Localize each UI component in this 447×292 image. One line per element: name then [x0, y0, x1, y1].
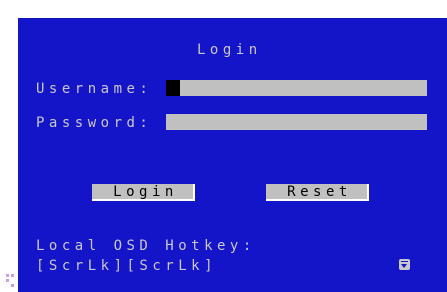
- password-input[interactable]: [166, 114, 427, 130]
- osd-login-panel: Login Username: Password: Login Reset Lo…: [18, 18, 447, 292]
- hotkey-value: [ScrLk][ScrLk]: [36, 258, 218, 274]
- resize-corner-icon: [0, 272, 18, 292]
- dialog-title: Login: [197, 42, 262, 58]
- hotkey-label: Local OSD Hotkey:: [36, 238, 256, 254]
- scroll-down-icon[interactable]: [399, 259, 410, 270]
- reset-button[interactable]: Reset: [266, 184, 369, 201]
- password-label: Password:: [36, 115, 153, 131]
- text-cursor: [166, 80, 180, 96]
- username-input[interactable]: [166, 80, 427, 96]
- username-label: Username:: [36, 81, 153, 97]
- login-button[interactable]: Login: [92, 184, 195, 201]
